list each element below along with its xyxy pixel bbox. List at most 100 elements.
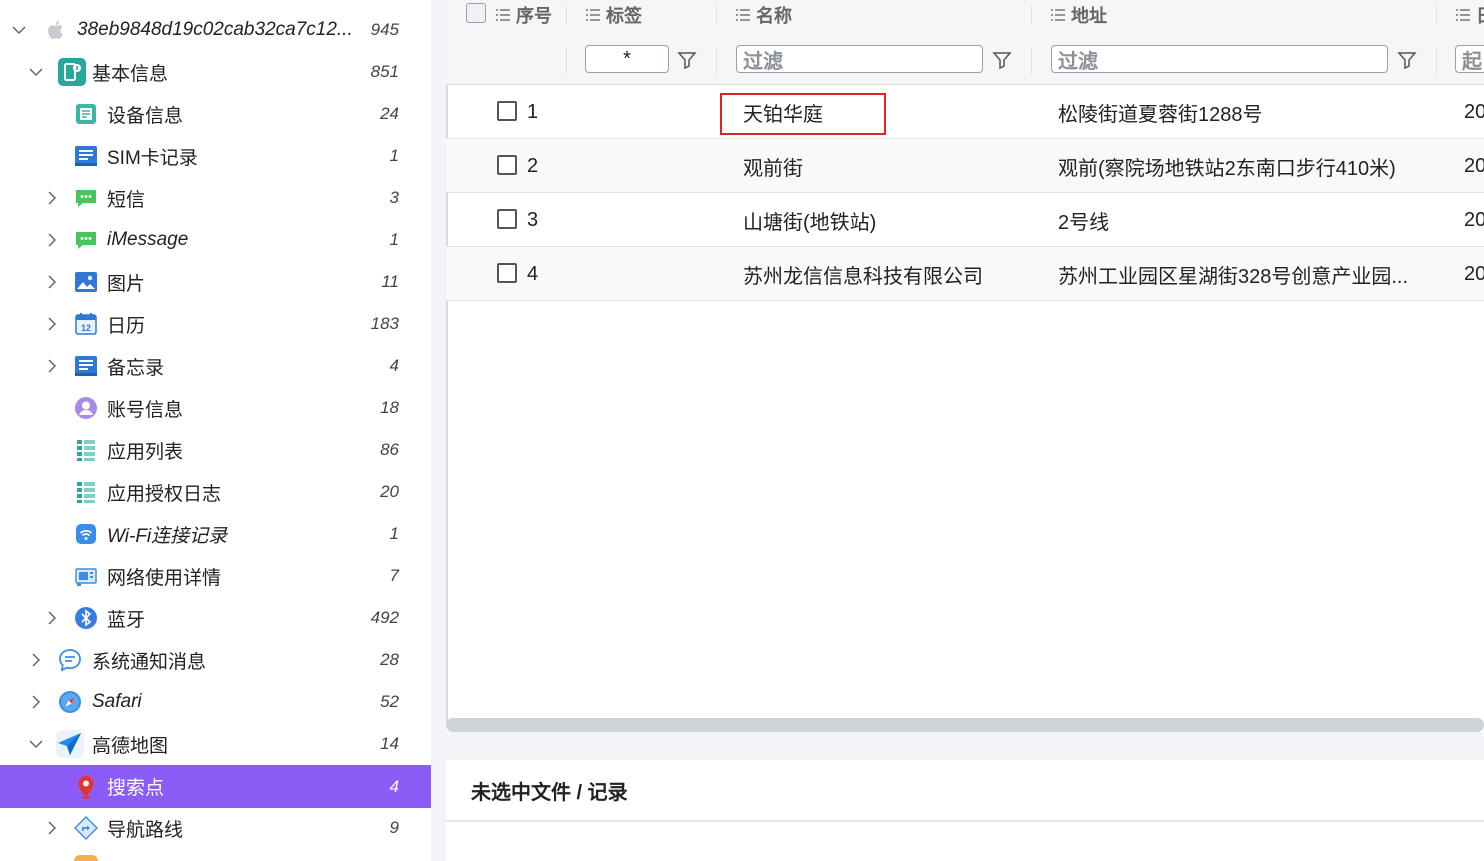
column-header-date[interactable]: 日 — [1456, 0, 1484, 30]
notes-icon — [74, 354, 98, 378]
column-header-label: 序号 — [516, 6, 552, 26]
table-row[interactable]: 1 天铂华庭 松陵街道夏蓉街1288号 20 — [446, 85, 1484, 139]
tree-item-device-info[interactable]: 设备信息 24 — [0, 93, 431, 135]
column-separator[interactable] — [716, 6, 717, 24]
column-separator[interactable] — [566, 6, 567, 24]
column-separator — [1436, 48, 1437, 74]
row-checkbox[interactable] — [497, 209, 517, 229]
sim-record-icon — [74, 144, 98, 168]
chevron-right-icon[interactable] — [45, 611, 59, 625]
tree-item-amap[interactable]: 高德地图 14 — [0, 723, 431, 765]
chevron-right-icon[interactable] — [45, 821, 59, 835]
table-row[interactable]: 3 山塘街(地铁站) 2号线 20 — [446, 193, 1484, 247]
tree-item-count: 4 — [389, 356, 399, 375]
column-header-label: 日 — [1476, 2, 1484, 28]
column-separator — [716, 48, 717, 74]
column-header-tag[interactable]: 标签 — [586, 0, 642, 30]
account-icon — [74, 396, 98, 420]
tag-filter-input[interactable]: * — [585, 45, 669, 73]
tree-item-count: 7 — [389, 566, 399, 585]
sidebar-tree: 38eb9848d19c02cab32ca7c12... 945 基本信息 85… — [0, 0, 431, 861]
tree-item-device-root[interactable]: 38eb9848d19c02cab32ca7c12... 945 — [0, 9, 431, 51]
cell-index: 1 — [527, 100, 539, 123]
tree-item-safari[interactable]: Safari 52 — [0, 681, 431, 723]
info-card-icon — [57, 57, 87, 87]
tree-item-count: 492 — [370, 608, 399, 627]
apple-icon — [44, 18, 68, 42]
column-separator[interactable] — [1436, 6, 1437, 24]
chevron-right-icon[interactable] — [45, 191, 59, 205]
chevron-right-icon[interactable] — [45, 359, 59, 373]
chevron-down-icon[interactable] — [29, 737, 43, 751]
tree-item-count: 86 — [380, 440, 399, 459]
chevron-right-icon[interactable] — [45, 233, 59, 247]
chevron-right-icon[interactable] — [29, 695, 43, 709]
table-row[interactable]: 4 苏州龙信信息科技有限公司 苏州工业园区星湖街328号创意产业园... 20 — [446, 247, 1484, 301]
date-filter-input[interactable]: 起 — [1455, 45, 1484, 73]
select-all-checkbox[interactable] — [466, 3, 486, 23]
tree-item-calendar[interactable]: 12 日历 183 — [0, 303, 431, 345]
cell-index: 4 — [527, 262, 539, 285]
chevron-right-icon[interactable] — [45, 275, 59, 289]
tree-item-label: 图片 — [107, 273, 146, 295]
tree-item-imessage[interactable]: iMessage 1 — [0, 219, 431, 261]
tree-item-basic-info[interactable]: 基本信息 851 — [0, 51, 431, 93]
sms-icon — [74, 186, 98, 210]
tree-item-network-usage[interactable]: 网络使用详情 7 — [0, 555, 431, 597]
column-header-index[interactable]: 序号 — [496, 0, 552, 30]
name-filter-input[interactable]: 过滤 — [736, 45, 983, 73]
wifi-icon — [74, 522, 98, 546]
tree-item-count: 1 — [389, 230, 399, 249]
tree-item-sim-record[interactable]: SIM卡记录 1 — [0, 135, 431, 177]
chevron-down-icon[interactable] — [29, 65, 43, 79]
tree-item-count: 183 — [370, 314, 399, 333]
app-list-icon — [74, 438, 98, 462]
column-header-address[interactable]: 地址 — [1051, 0, 1107, 30]
tree-item-label: 应用授权日志 — [107, 483, 222, 505]
address-filter-input[interactable]: 过滤 — [1051, 45, 1388, 73]
tree-item-navigation-route[interactable]: 导航路线 9 — [0, 807, 431, 849]
tree-item-count: 1 — [389, 524, 399, 543]
safari-icon — [58, 690, 82, 714]
tree-item-search-point[interactable]: 搜索点 4 — [0, 765, 431, 808]
tree-item-account-info[interactable]: 账号信息 18 — [0, 387, 431, 429]
main-panel: 序号 标签 名称 地址 日 * 过滤 过滤 起 — [446, 0, 1484, 861]
tree-item-wifi-record[interactable]: Wi-Fi连接记录 1 — [0, 513, 431, 555]
chevron-down-icon[interactable] — [12, 23, 26, 37]
navigation-route-icon — [74, 816, 98, 840]
row-checkbox[interactable] — [497, 263, 517, 283]
tree-item-label: 备忘录 — [107, 357, 165, 379]
tree-item-app-auth-log[interactable]: 应用授权日志 20 — [0, 471, 431, 513]
tree-item-notes[interactable]: 备忘录 4 — [0, 345, 431, 387]
tree-item-count: 11 — [381, 272, 399, 291]
filter-row: * 过滤 过滤 起 — [446, 38, 1484, 85]
column-header-name[interactable]: 名称 — [736, 0, 792, 30]
row-checkbox[interactable] — [497, 155, 517, 175]
tree-item-count: 945 — [370, 20, 399, 39]
cell-address: 苏州工业园区星湖街328号创意产业园... — [1058, 265, 1409, 288]
cell-date: 20 — [1464, 262, 1484, 285]
chevron-right-icon[interactable] — [29, 653, 43, 667]
tree-item-system-notification[interactable]: 系统通知消息 28 — [0, 639, 431, 681]
selection-status-text: 未选中文件 / 记录 — [471, 781, 628, 804]
tree-item-sms[interactable]: 短信 3 — [0, 177, 431, 219]
cell-index: 3 — [527, 208, 539, 231]
tree-item-label: 短信 — [107, 189, 146, 211]
amap-icon — [55, 729, 85, 759]
column-list-icon — [586, 9, 600, 21]
cell-date: 20 — [1464, 154, 1484, 177]
column-separator[interactable] — [1031, 6, 1032, 24]
row-checkbox[interactable] — [497, 101, 517, 121]
cell-address: 2号线 — [1058, 211, 1110, 234]
horizontal-scrollbar[interactable] — [446, 718, 1484, 732]
tree-item-bluetooth[interactable]: 蓝牙 492 — [0, 597, 431, 639]
table-header: 序号 标签 名称 地址 日 — [446, 0, 1484, 39]
filter-funnel-icon[interactable] — [1397, 50, 1417, 70]
filter-funnel-icon[interactable] — [677, 50, 697, 70]
filter-funnel-icon[interactable] — [992, 50, 1012, 70]
chevron-right-icon[interactable] — [45, 317, 59, 331]
panel-divider[interactable] — [431, 0, 446, 861]
tree-item-app-list[interactable]: 应用列表 86 — [0, 429, 431, 471]
tree-item-images[interactable]: 图片 11 — [0, 261, 431, 303]
table-row[interactable]: 2 观前街 观前(察院场地铁站2东南口步行410米) 20 — [446, 139, 1484, 193]
